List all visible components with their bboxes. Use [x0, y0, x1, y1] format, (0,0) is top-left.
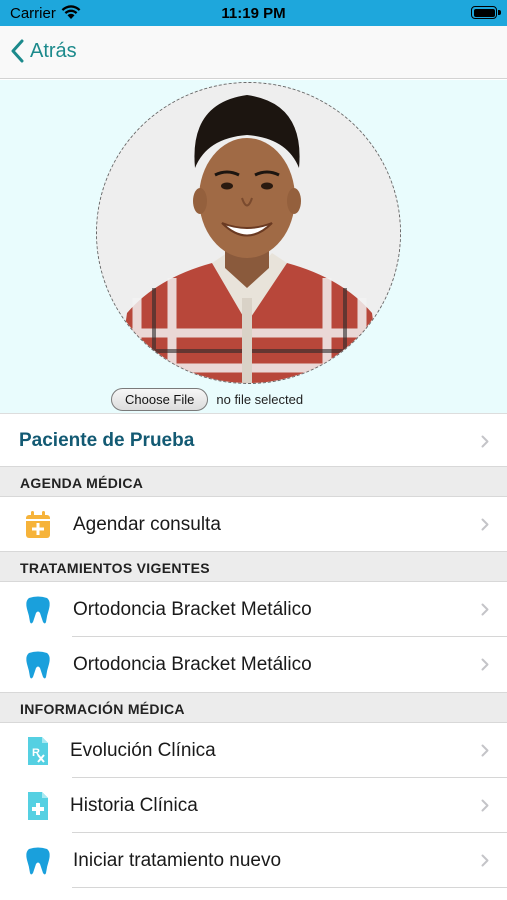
chevron-right-icon: [481, 799, 489, 812]
section-header-medical-info: INFORMACIÓN MÉDICA: [0, 692, 507, 723]
tooth-icon: [26, 596, 50, 624]
list-item-evolucion-clinica[interactable]: R Evolución Clínica: [0, 723, 507, 778]
list-item-historia-clinica[interactable]: Historia Clínica: [0, 778, 507, 833]
choose-file-button[interactable]: Choose File: [111, 388, 209, 411]
chevron-right-icon: [481, 435, 489, 448]
tooth-icon: [26, 847, 50, 875]
chevron-right-icon: [481, 658, 489, 671]
list-item-label: Iniciar tratamiento nuevo: [73, 850, 282, 871]
patient-row[interactable]: Paciente de Prueba: [0, 413, 507, 467]
list-item-label: Ortodoncia Bracket Metálico: [73, 654, 312, 675]
back-button[interactable]: Atrás: [10, 39, 77, 63]
section-header-agenda: AGENDA MÉDICA: [0, 466, 507, 497]
profile-photo-area: Choose File no file selected: [0, 80, 507, 413]
back-label: Atrás: [30, 39, 77, 62]
calendar-plus-icon: [26, 511, 50, 538]
chevron-right-icon: [481, 854, 489, 867]
list-item-treatment[interactable]: Ortodoncia Bracket Metálico: [0, 582, 507, 637]
chevron-left-icon: [11, 39, 24, 63]
list-item-treatment[interactable]: Ortodoncia Bracket Metálico: [0, 637, 507, 692]
prescription-document-icon: R: [28, 737, 48, 765]
tooth-icon: [26, 651, 50, 679]
list-item-agendar-consulta[interactable]: Agendar consulta: [0, 497, 507, 552]
list-item-label: Evolución Clínica: [70, 740, 216, 761]
list-item-iniciar-tratamiento[interactable]: Iniciar tratamiento nuevo: [0, 833, 507, 888]
navigation-bar: Atrás: [0, 26, 507, 79]
chevron-right-icon: [481, 744, 489, 757]
chevron-right-icon: [481, 603, 489, 616]
chevron-right-icon: [481, 518, 489, 531]
list-item-label: Historia Clínica: [70, 795, 198, 816]
section-header-treatments: TRATAMIENTOS VIGENTES: [0, 551, 507, 582]
medical-document-icon: [28, 792, 48, 820]
file-status-label: no file selected: [216, 392, 304, 407]
battery-icon: [471, 6, 501, 19]
clock: 11:19 PM: [221, 5, 286, 22]
avatar[interactable]: [96, 82, 401, 384]
list-item-label: Ortodoncia Bracket Metálico: [73, 599, 312, 620]
section-title: INFORMACIÓN MÉDICA: [20, 701, 185, 717]
file-input-row: Choose File no file selected: [111, 388, 303, 411]
list-item-label: Agendar consulta: [73, 514, 221, 535]
row-separator: [72, 887, 507, 888]
section-title: TRATAMIENTOS VIGENTES: [20, 560, 210, 576]
patient-name: Paciente de Prueba: [19, 430, 195, 451]
status-bar: Carrier 11:19 PM: [0, 0, 507, 26]
section-title: AGENDA MÉDICA: [20, 475, 144, 491]
